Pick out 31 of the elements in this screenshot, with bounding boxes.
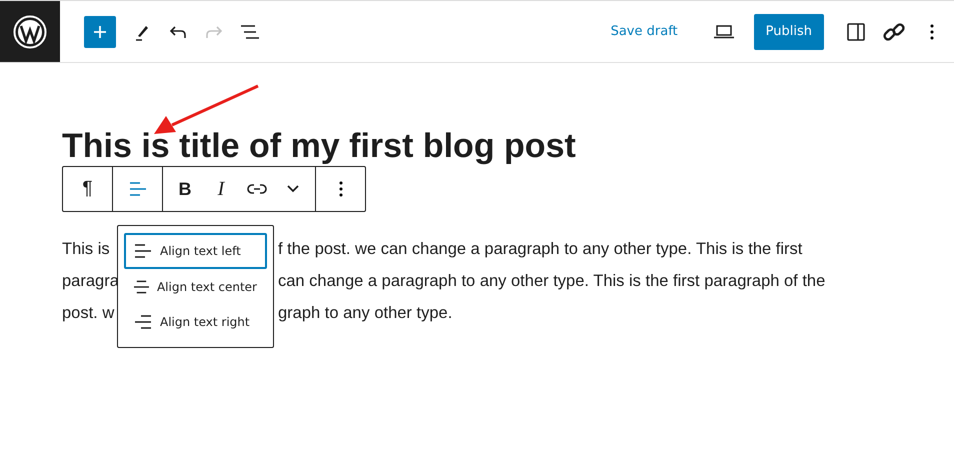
paragraph-text: paragra [62, 271, 119, 292]
more-options-icon [338, 181, 342, 197]
redo-icon [205, 24, 223, 38]
paragraph-text: graph to any other type. [278, 303, 452, 324]
align-left-icon [134, 242, 152, 259]
sidebar-icon [847, 22, 865, 40]
menu-item[interactable]: Align text center [124, 268, 267, 304]
align-left-icon [128, 181, 146, 197]
site-logo-icon[interactable] [13, 14, 47, 48]
laptop-icon [714, 24, 734, 38]
add-block-button[interactable] [84, 16, 116, 48]
italic-button[interactable]: I [203, 167, 239, 211]
list-icon [241, 24, 259, 38]
paragraph-text: f the post. we can change a paragraph to any other type. This is the first [278, 239, 802, 260]
align-right-icon [134, 314, 152, 330]
paragraph-text: This is [62, 239, 110, 260]
menu-item[interactable]: Align text left [124, 233, 267, 269]
menu-item[interactable]: Align text right [124, 304, 267, 340]
paragraph-text: post. w [62, 303, 114, 324]
plus-icon [92, 24, 108, 40]
publish-button[interactable]: Publish [754, 14, 824, 50]
post-title: This is title of my first blog post [62, 127, 577, 165]
paragraph-text: can change a paragraph to any other type. This is the first paragraph of the [278, 271, 826, 292]
save-draft-button[interactable]: Save draft [600, 24, 688, 39]
block-type-button[interactable]: ¶ [67, 167, 108, 211]
bold-button[interactable]: B [167, 167, 203, 211]
more-options-icon [930, 24, 934, 40]
chevron-down-icon [287, 185, 299, 193]
align-center-icon [134, 278, 149, 294]
link-icon [247, 183, 267, 195]
undo-icon [169, 24, 187, 38]
